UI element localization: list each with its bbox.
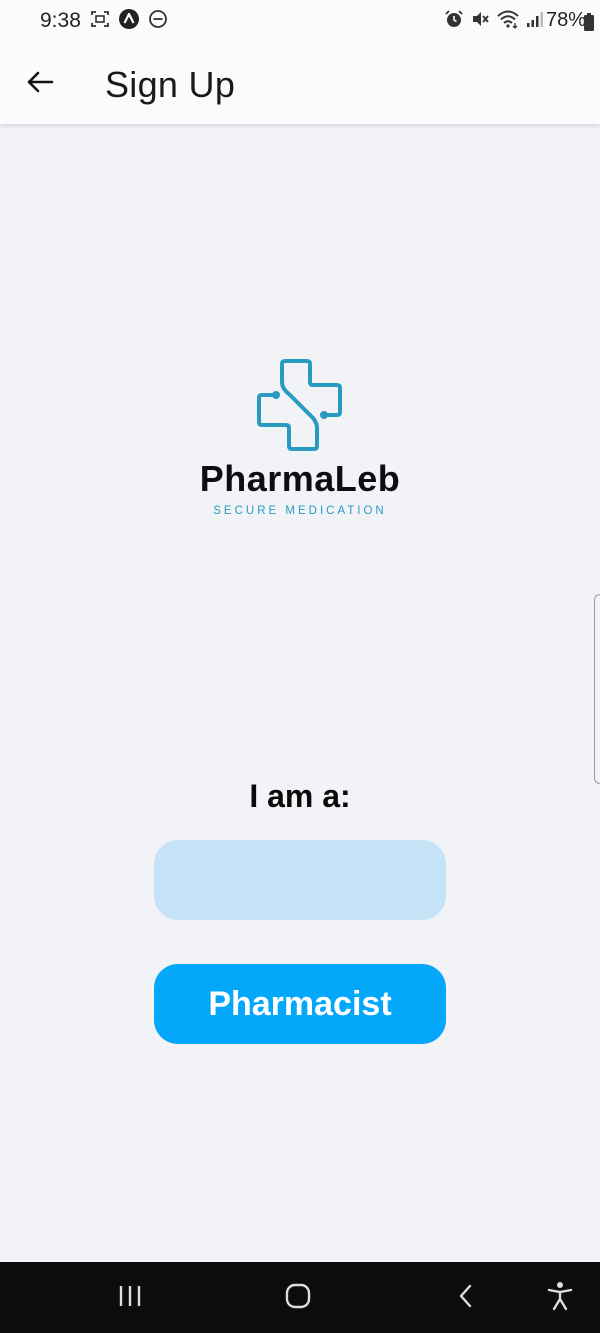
battery-icon: [584, 13, 594, 36]
navigation-bar: [0, 1262, 600, 1333]
medical-cross-icon: [0, 355, 600, 455]
signal-icon: [526, 10, 544, 33]
mute-icon: [470, 9, 490, 34]
home-icon: [284, 1282, 312, 1315]
edge-panel-handle[interactable]: [594, 594, 600, 784]
status-time: 9:38: [40, 9, 81, 32]
battery-percentage: 78%: [545, 9, 586, 31]
app-notification-icon: [118, 8, 140, 35]
nav-back-button[interactable]: [444, 1276, 488, 1320]
recent-apps-icon: [117, 1284, 143, 1313]
brand-tagline: SECURE MEDICATION: [213, 505, 387, 517]
alarm-icon: [444, 9, 464, 34]
status-icons-right: [444, 9, 544, 33]
role-heading: I am a:: [249, 778, 351, 814]
do-not-disturb-icon: [148, 9, 168, 34]
wifi-icon: [496, 9, 520, 34]
home-button[interactable]: [276, 1276, 320, 1320]
back-button[interactable]: [18, 62, 62, 106]
brand-name: PharmaLeb: [199, 458, 401, 499]
status-icons-left: [90, 8, 168, 35]
app-bar: Sign Up: [0, 44, 600, 124]
accessibility-button[interactable]: [538, 1276, 582, 1320]
recent-apps-button[interactable]: [108, 1276, 152, 1320]
screen-record-icon: [90, 10, 110, 33]
back-arrow-icon: [26, 70, 54, 99]
brand-logo: PharmaLeb SECURE MEDICATION: [0, 355, 600, 517]
back-icon: [456, 1283, 476, 1314]
accessibility-icon: [547, 1281, 573, 1316]
pharmacist-role-button[interactable]: Pharmacist: [154, 964, 446, 1044]
page-title: Sign Up: [105, 64, 236, 105]
status-bar: 9:38 78%: [0, 0, 600, 44]
patient-role-button[interactable]: [154, 840, 446, 920]
